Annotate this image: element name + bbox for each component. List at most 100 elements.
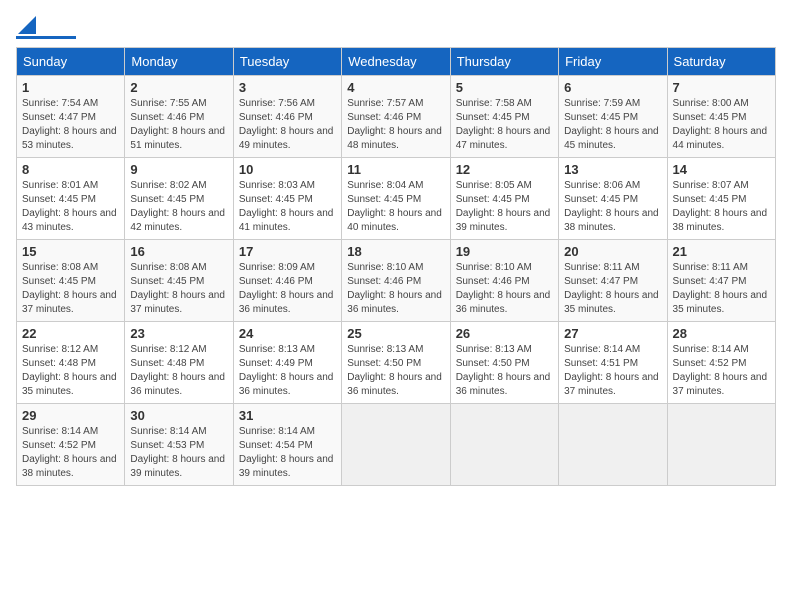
day-number: 25 bbox=[347, 326, 444, 341]
calendar-cell: 29 Sunrise: 8:14 AM Sunset: 4:52 PM Dayl… bbox=[17, 404, 125, 486]
calendar-cell: 14 Sunrise: 8:07 AM Sunset: 4:45 PM Dayl… bbox=[667, 158, 775, 240]
day-info: Sunrise: 8:07 AM Sunset: 4:45 PM Dayligh… bbox=[673, 179, 770, 235]
col-monday: Monday bbox=[125, 48, 233, 76]
calendar-cell: 16 Sunrise: 8:08 AM Sunset: 4:45 PM Dayl… bbox=[125, 240, 233, 322]
calendar-cell: 8 Sunrise: 8:01 AM Sunset: 4:45 PM Dayli… bbox=[17, 158, 125, 240]
calendar-cell: 22 Sunrise: 8:12 AM Sunset: 4:48 PM Dayl… bbox=[17, 322, 125, 404]
day-info: Sunrise: 8:13 AM Sunset: 4:50 PM Dayligh… bbox=[456, 343, 553, 399]
calendar-cell: 6 Sunrise: 7:59 AM Sunset: 4:45 PM Dayli… bbox=[559, 76, 667, 158]
calendar-cell: 2 Sunrise: 7:55 AM Sunset: 4:46 PM Dayli… bbox=[125, 76, 233, 158]
day-info: Sunrise: 8:13 AM Sunset: 4:49 PM Dayligh… bbox=[239, 343, 336, 399]
day-info: Sunrise: 7:58 AM Sunset: 4:45 PM Dayligh… bbox=[456, 97, 553, 153]
day-number: 3 bbox=[239, 80, 336, 95]
day-number: 31 bbox=[239, 408, 336, 423]
day-number: 12 bbox=[456, 162, 553, 177]
col-wednesday: Wednesday bbox=[342, 48, 450, 76]
day-info: Sunrise: 8:09 AM Sunset: 4:46 PM Dayligh… bbox=[239, 261, 336, 317]
day-info: Sunrise: 8:04 AM Sunset: 4:45 PM Dayligh… bbox=[347, 179, 444, 235]
day-number: 16 bbox=[130, 244, 227, 259]
logo bbox=[16, 16, 76, 39]
day-number: 4 bbox=[347, 80, 444, 95]
day-info: Sunrise: 8:13 AM Sunset: 4:50 PM Dayligh… bbox=[347, 343, 444, 399]
day-number: 6 bbox=[564, 80, 661, 95]
day-info: Sunrise: 8:12 AM Sunset: 4:48 PM Dayligh… bbox=[130, 343, 227, 399]
calendar-cell: 20 Sunrise: 8:11 AM Sunset: 4:47 PM Dayl… bbox=[559, 240, 667, 322]
day-info: Sunrise: 8:14 AM Sunset: 4:52 PM Dayligh… bbox=[673, 343, 770, 399]
day-info: Sunrise: 8:14 AM Sunset: 4:54 PM Dayligh… bbox=[239, 425, 336, 481]
day-number: 15 bbox=[22, 244, 119, 259]
calendar-cell: 4 Sunrise: 7:57 AM Sunset: 4:46 PM Dayli… bbox=[342, 76, 450, 158]
page-header bbox=[16, 16, 776, 39]
calendar-cell: 26 Sunrise: 8:13 AM Sunset: 4:50 PM Dayl… bbox=[450, 322, 558, 404]
day-info: Sunrise: 8:00 AM Sunset: 4:45 PM Dayligh… bbox=[673, 97, 770, 153]
day-number: 18 bbox=[347, 244, 444, 259]
calendar-week-row: 1 Sunrise: 7:54 AM Sunset: 4:47 PM Dayli… bbox=[17, 76, 776, 158]
day-number: 8 bbox=[22, 162, 119, 177]
day-number: 17 bbox=[239, 244, 336, 259]
day-info: Sunrise: 8:05 AM Sunset: 4:45 PM Dayligh… bbox=[456, 179, 553, 235]
calendar-cell: 27 Sunrise: 8:14 AM Sunset: 4:51 PM Dayl… bbox=[559, 322, 667, 404]
calendar-cell bbox=[559, 404, 667, 486]
calendar-cell: 21 Sunrise: 8:11 AM Sunset: 4:47 PM Dayl… bbox=[667, 240, 775, 322]
calendar-cell: 23 Sunrise: 8:12 AM Sunset: 4:48 PM Dayl… bbox=[125, 322, 233, 404]
day-info: Sunrise: 8:08 AM Sunset: 4:45 PM Dayligh… bbox=[22, 261, 119, 317]
day-info: Sunrise: 8:14 AM Sunset: 4:52 PM Dayligh… bbox=[22, 425, 119, 481]
calendar-week-row: 29 Sunrise: 8:14 AM Sunset: 4:52 PM Dayl… bbox=[17, 404, 776, 486]
day-number: 9 bbox=[130, 162, 227, 177]
day-number: 14 bbox=[673, 162, 770, 177]
day-info: Sunrise: 7:57 AM Sunset: 4:46 PM Dayligh… bbox=[347, 97, 444, 153]
day-number: 7 bbox=[673, 80, 770, 95]
day-info: Sunrise: 8:14 AM Sunset: 4:51 PM Dayligh… bbox=[564, 343, 661, 399]
calendar-cell: 15 Sunrise: 8:08 AM Sunset: 4:45 PM Dayl… bbox=[17, 240, 125, 322]
day-info: Sunrise: 7:59 AM Sunset: 4:45 PM Dayligh… bbox=[564, 97, 661, 153]
day-number: 30 bbox=[130, 408, 227, 423]
day-info: Sunrise: 8:03 AM Sunset: 4:45 PM Dayligh… bbox=[239, 179, 336, 235]
day-number: 29 bbox=[22, 408, 119, 423]
calendar-cell: 18 Sunrise: 8:10 AM Sunset: 4:46 PM Dayl… bbox=[342, 240, 450, 322]
calendar-cell bbox=[450, 404, 558, 486]
logo-underline bbox=[16, 36, 76, 39]
day-info: Sunrise: 7:55 AM Sunset: 4:46 PM Dayligh… bbox=[130, 97, 227, 153]
day-number: 20 bbox=[564, 244, 661, 259]
day-info: Sunrise: 8:11 AM Sunset: 4:47 PM Dayligh… bbox=[673, 261, 770, 317]
calendar-cell: 25 Sunrise: 8:13 AM Sunset: 4:50 PM Dayl… bbox=[342, 322, 450, 404]
day-info: Sunrise: 7:54 AM Sunset: 4:47 PM Dayligh… bbox=[22, 97, 119, 153]
calendar-week-row: 22 Sunrise: 8:12 AM Sunset: 4:48 PM Dayl… bbox=[17, 322, 776, 404]
calendar-cell: 19 Sunrise: 8:10 AM Sunset: 4:46 PM Dayl… bbox=[450, 240, 558, 322]
day-info: Sunrise: 8:11 AM Sunset: 4:47 PM Dayligh… bbox=[564, 261, 661, 317]
day-info: Sunrise: 8:08 AM Sunset: 4:45 PM Dayligh… bbox=[130, 261, 227, 317]
day-number: 1 bbox=[22, 80, 119, 95]
calendar-cell: 31 Sunrise: 8:14 AM Sunset: 4:54 PM Dayl… bbox=[233, 404, 341, 486]
day-info: Sunrise: 8:02 AM Sunset: 4:45 PM Dayligh… bbox=[130, 179, 227, 235]
calendar-week-row: 8 Sunrise: 8:01 AM Sunset: 4:45 PM Dayli… bbox=[17, 158, 776, 240]
calendar-cell bbox=[667, 404, 775, 486]
calendar-cell: 3 Sunrise: 7:56 AM Sunset: 4:46 PM Dayli… bbox=[233, 76, 341, 158]
day-number: 5 bbox=[456, 80, 553, 95]
day-number: 21 bbox=[673, 244, 770, 259]
calendar-cell: 30 Sunrise: 8:14 AM Sunset: 4:53 PM Dayl… bbox=[125, 404, 233, 486]
calendar-cell: 28 Sunrise: 8:14 AM Sunset: 4:52 PM Dayl… bbox=[667, 322, 775, 404]
day-number: 24 bbox=[239, 326, 336, 341]
calendar-cell: 5 Sunrise: 7:58 AM Sunset: 4:45 PM Dayli… bbox=[450, 76, 558, 158]
calendar-cell: 24 Sunrise: 8:13 AM Sunset: 4:49 PM Dayl… bbox=[233, 322, 341, 404]
day-number: 11 bbox=[347, 162, 444, 177]
calendar-week-row: 15 Sunrise: 8:08 AM Sunset: 4:45 PM Dayl… bbox=[17, 240, 776, 322]
col-thursday: Thursday bbox=[450, 48, 558, 76]
col-saturday: Saturday bbox=[667, 48, 775, 76]
logo-icon bbox=[18, 16, 36, 34]
col-tuesday: Tuesday bbox=[233, 48, 341, 76]
calendar-header-row: Sunday Monday Tuesday Wednesday Thursday… bbox=[17, 48, 776, 76]
day-number: 27 bbox=[564, 326, 661, 341]
day-info: Sunrise: 7:56 AM Sunset: 4:46 PM Dayligh… bbox=[239, 97, 336, 153]
day-info: Sunrise: 8:06 AM Sunset: 4:45 PM Dayligh… bbox=[564, 179, 661, 235]
col-friday: Friday bbox=[559, 48, 667, 76]
day-number: 26 bbox=[456, 326, 553, 341]
day-number: 23 bbox=[130, 326, 227, 341]
day-number: 13 bbox=[564, 162, 661, 177]
day-number: 22 bbox=[22, 326, 119, 341]
calendar-table: Sunday Monday Tuesday Wednesday Thursday… bbox=[16, 47, 776, 486]
day-info: Sunrise: 8:10 AM Sunset: 4:46 PM Dayligh… bbox=[456, 261, 553, 317]
day-info: Sunrise: 8:01 AM Sunset: 4:45 PM Dayligh… bbox=[22, 179, 119, 235]
col-sunday: Sunday bbox=[17, 48, 125, 76]
day-number: 19 bbox=[456, 244, 553, 259]
